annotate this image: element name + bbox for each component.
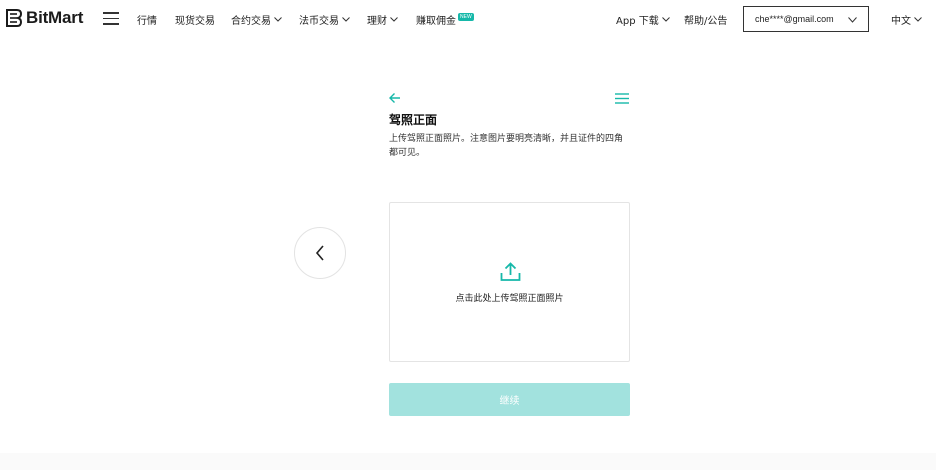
language-selector[interactable]: 中文 — [891, 12, 922, 27]
nav-help[interactable]: 帮助/公告 — [684, 12, 727, 27]
menu-icon[interactable] — [615, 93, 629, 104]
chevron-down-icon — [274, 17, 282, 22]
top-navigation-bar: BitMart 行情 现货交易 合约交易 法币交易 理财 赚取佣金 NEW Ap… — [0, 0, 936, 38]
nav-app-download[interactable]: App 下载 — [616, 12, 670, 27]
help-label: 帮助/公告 — [684, 16, 728, 27]
chevron-left-icon — [315, 245, 324, 261]
page-description: 上传驾照正面照片。注意图片要明亮清晰，并且证件的四角都可见。 — [389, 134, 624, 158]
nav-futures-trading[interactable]: 合约交易 — [231, 12, 282, 27]
nav-markets[interactable]: 行情 — [137, 12, 157, 27]
app-download-label: App 下载 — [616, 16, 659, 27]
language-label: 中文 — [891, 16, 911, 27]
bitmart-logo-icon — [6, 9, 23, 27]
account-email: che****@gmail.com — [755, 14, 834, 24]
arrow-left-icon[interactable] — [389, 92, 401, 104]
brand-name: BitMart — [26, 8, 84, 27]
footer-strip — [0, 453, 936, 470]
chevron-down-icon — [342, 17, 350, 22]
previous-step-button[interactable] — [294, 227, 346, 279]
nav-earn[interactable]: 理财 — [367, 12, 398, 27]
upload-dropzone[interactable]: 点击此处上传驾照正面照片 — [389, 202, 630, 362]
upload-icon — [500, 262, 521, 281]
chevron-down-icon — [914, 17, 922, 22]
new-badge: NEW — [458, 12, 474, 21]
chevron-down-icon — [390, 17, 398, 22]
nav-spot-trading-label: 现货交易 — [175, 16, 215, 27]
account-dropdown[interactable]: che****@gmail.com — [743, 6, 869, 32]
bitmart-logo[interactable]: BitMart — [5, 8, 83, 28]
nav-referral-label: 赚取佣金 — [416, 16, 456, 27]
nav-referral[interactable]: 赚取佣金 NEW — [416, 12, 474, 27]
nav-futures-trading-label: 合约交易 — [231, 16, 271, 27]
upload-instruction: 点击此处上传驾照正面照片 — [455, 294, 564, 304]
chevron-down-icon — [661, 17, 670, 22]
page-title: 驾照正面 — [389, 113, 438, 127]
nav-fiat-trading[interactable]: 法币交易 — [299, 12, 350, 27]
nav-earn-label: 理财 — [367, 16, 387, 27]
nav-spot-trading[interactable]: 现货交易 — [175, 12, 215, 27]
nav-fiat-trading-label: 法币交易 — [299, 16, 339, 27]
nav-markets-label: 行情 — [137, 16, 157, 27]
continue-button[interactable]: 继续 — [389, 383, 630, 416]
chevron-down-icon — [848, 17, 857, 23]
hamburger-menu-icon[interactable] — [103, 12, 119, 25]
